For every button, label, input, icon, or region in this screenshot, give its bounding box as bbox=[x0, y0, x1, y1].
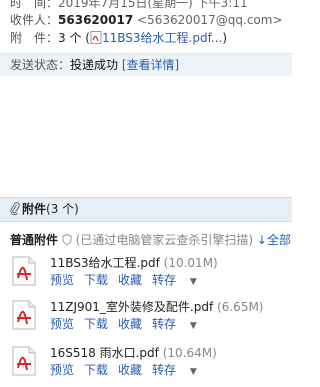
time-value: 2019年7月15日(星期一) 下午3:11 bbox=[58, 0, 248, 10]
pdf-icon bbox=[90, 31, 102, 44]
attachment-summary-row: 附 件：3 个 (11BS3给水工程.pdf...) bbox=[10, 31, 227, 45]
delivery-status-bar: 发送状态：投递成功 [查看详情] bbox=[0, 53, 292, 76]
save-to-label: 转存 bbox=[152, 317, 177, 331]
preview-link[interactable]: 预览 bbox=[50, 317, 74, 331]
favorite-link[interactable]: 收藏 bbox=[118, 273, 142, 287]
normal-attachments-row: 普通附件 (已通过电脑管家云查杀引擎扫描) ↓全部 bbox=[10, 231, 291, 248]
attachment-name[interactable]: 11BS3给水工程.pdf (10.01M) bbox=[50, 254, 218, 271]
attachment-label: 附 件： bbox=[10, 31, 59, 45]
attachment-filename: 11BS3给水工程.pdf bbox=[50, 256, 160, 270]
attachment-first-link[interactable]: 11BS3给水工程.pdf... bbox=[102, 31, 222, 45]
save-to-dropdown[interactable]: 转存 ▼ bbox=[152, 317, 207, 331]
download-all-link[interactable]: ↓全部 bbox=[257, 233, 291, 247]
attachment-item: 11ZJ901_室外装修及配件.pdf (6.65M) 预览 下载 收藏 转存 ▼ bbox=[12, 298, 292, 334]
attachment-close-paren: ) bbox=[222, 31, 228, 45]
pdf-file-icon bbox=[12, 346, 36, 376]
delivery-status-value: 投递成功 bbox=[70, 58, 119, 72]
download-all-label: 全部 bbox=[266, 233, 291, 247]
download-link[interactable]: 下载 bbox=[84, 273, 108, 287]
save-to-dropdown[interactable]: 转存 ▼ bbox=[152, 273, 207, 287]
preview-link[interactable]: 预览 bbox=[50, 273, 74, 287]
attachment-item: 16S518 雨水口.pdf (10.64M) 预览 下载 收藏 转存 ▼ bbox=[12, 344, 292, 380]
virus-scan-note: (已通过电脑管家云查杀引擎扫描) bbox=[75, 233, 254, 247]
time-label: 时 间： bbox=[10, 0, 59, 10]
attachment-actions: 预览 下载 收藏 转存 ▼ bbox=[50, 315, 217, 332]
attachment-size: (10.01M) bbox=[163, 256, 218, 270]
favorite-link[interactable]: 收藏 bbox=[118, 317, 142, 331]
recipient-email[interactable]: <563620017@qq.com> bbox=[137, 13, 283, 27]
pdf-file-icon bbox=[12, 300, 36, 330]
delivery-status-row: 发送状态：投递成功 [查看详情] bbox=[10, 58, 179, 72]
preview-link[interactable]: 预览 bbox=[50, 363, 74, 377]
paperclip-icon bbox=[10, 202, 20, 215]
delivery-status-label: 发送状态： bbox=[10, 58, 71, 72]
save-to-label: 转存 bbox=[152, 273, 177, 287]
attachments-title: 附件(3 个) bbox=[10, 202, 79, 216]
time-row: 时 间：2019年7月15日(星期一) 下午3:11 bbox=[10, 0, 248, 10]
normal-attachments-title: 普通附件 bbox=[10, 233, 59, 247]
caret-down-icon: ▼ bbox=[189, 277, 197, 287]
attachment-name[interactable]: 11ZJ901_室外装修及配件.pdf (6.65M) bbox=[50, 298, 263, 315]
attachment-size: (10.64M) bbox=[162, 346, 217, 360]
attachments-header-count: (3 个) bbox=[46, 202, 79, 216]
recipient-label: 收件人： bbox=[10, 13, 59, 27]
save-to-label: 转存 bbox=[152, 363, 177, 377]
attachments-header-label: 附件 bbox=[22, 202, 47, 216]
download-link[interactable]: 下载 bbox=[84, 317, 108, 331]
mail-header: 时 间：2019年7月15日(星期一) 下午3:11 收件人：563620017… bbox=[0, 0, 292, 53]
favorite-link[interactable]: 收藏 bbox=[118, 363, 142, 377]
shield-icon bbox=[62, 233, 72, 246]
attachment-actions: 预览 下载 收藏 转存 ▼ bbox=[50, 361, 217, 378]
download-link[interactable]: 下载 bbox=[84, 363, 108, 377]
attachment-count: 3 个 bbox=[58, 31, 82, 45]
caret-down-icon: ▼ bbox=[189, 367, 197, 377]
pdf-file-icon bbox=[12, 256, 36, 286]
attachments-header: 附件(3 个) bbox=[0, 197, 292, 222]
attachment-actions: 预览 下载 收藏 转存 ▼ bbox=[50, 271, 217, 288]
view-details-link[interactable]: [查看详情] bbox=[122, 58, 179, 72]
attachment-name[interactable]: 16S518 雨水口.pdf (10.64M) bbox=[50, 344, 217, 361]
recipient-name[interactable]: 563620017 bbox=[58, 13, 133, 27]
caret-down-icon: ▼ bbox=[189, 321, 197, 331]
attachment-filename: 16S518 雨水口.pdf bbox=[50, 346, 159, 360]
attachment-item: 11BS3给水工程.pdf (10.01M) 预览 下载 收藏 转存 ▼ bbox=[12, 254, 292, 290]
attachment-filename: 11ZJ901_室外装修及配件.pdf bbox=[50, 300, 214, 314]
recipient-row: 收件人：563620017 <563620017@qq.com> bbox=[10, 13, 283, 27]
attachment-size: (6.65M) bbox=[217, 300, 264, 314]
save-to-dropdown[interactable]: 转存 ▼ bbox=[152, 363, 207, 377]
download-arrow-icon: ↓ bbox=[256, 233, 267, 247]
